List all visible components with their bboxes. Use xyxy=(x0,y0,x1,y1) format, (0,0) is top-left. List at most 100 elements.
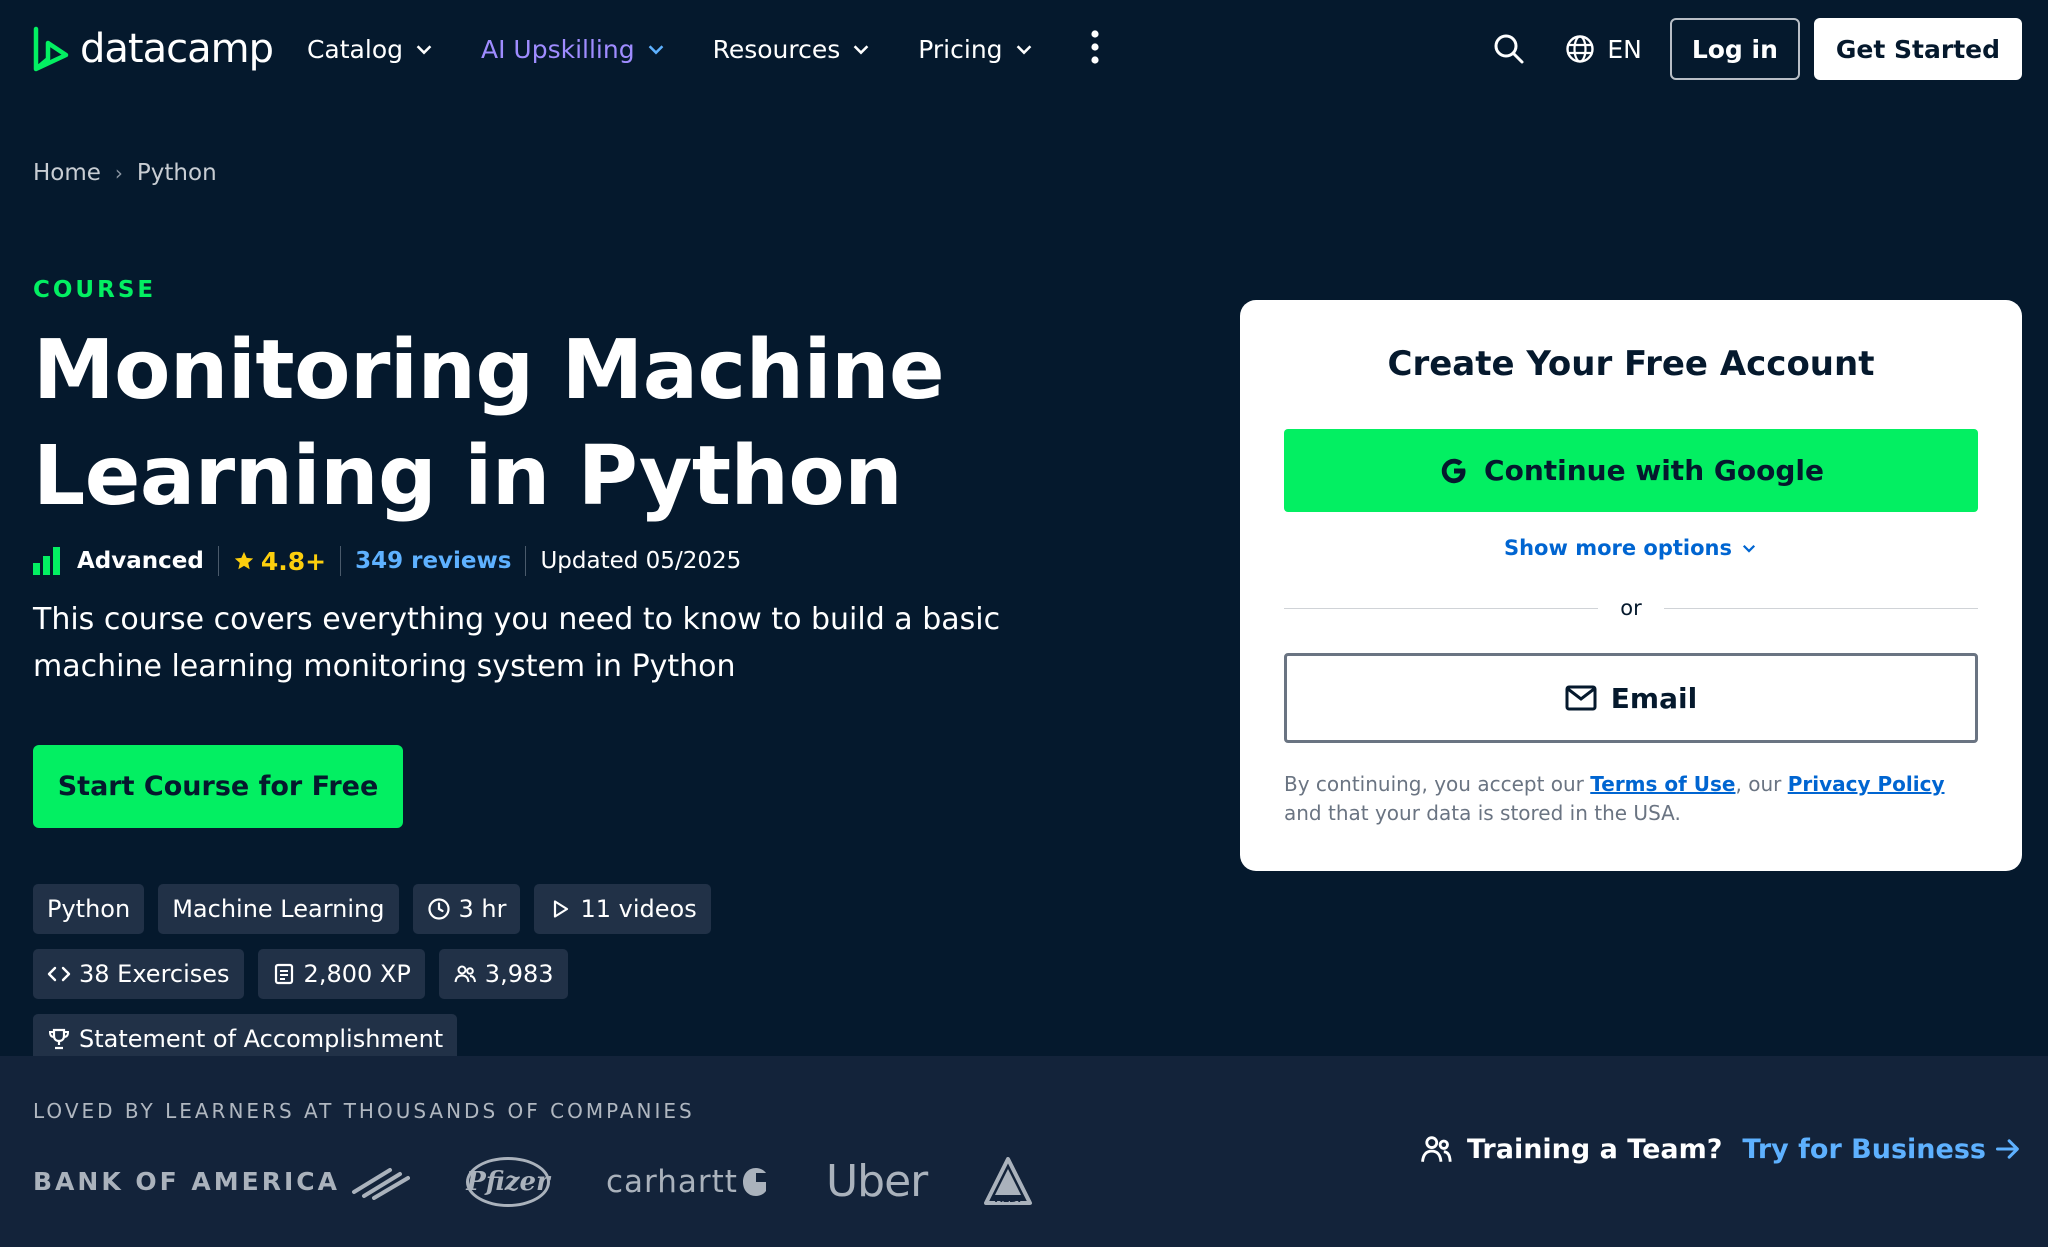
tag-duration: 3 hr xyxy=(412,884,521,934)
try-for-business-label: Try for Business xyxy=(1742,1133,1986,1165)
tag-xp: 2,800 XP xyxy=(257,949,425,999)
show-more-options-link[interactable]: Show more options xyxy=(1240,536,2022,560)
nav-ai-upskilling[interactable]: AI Upskilling xyxy=(481,35,667,64)
login-button[interactable]: Log in xyxy=(1669,18,1800,80)
breadcrumb-separator: › xyxy=(114,161,123,185)
clock-icon xyxy=(427,898,450,920)
datacamp-logo[interactable]: datacamp xyxy=(32,25,274,73)
logo-aldi: ALDI xyxy=(984,1156,1033,1205)
chevron-down-icon xyxy=(853,45,869,55)
tag-xp-label: 2,800 XP xyxy=(303,960,411,988)
arrow-right-icon xyxy=(1995,1139,2019,1159)
chevron-down-icon xyxy=(1742,544,1756,553)
divider-line xyxy=(1284,607,1599,609)
breadcrumb-home[interactable]: Home xyxy=(33,160,101,186)
companies-band: LOVED BY LEARNERS AT THOUSANDS OF COMPAN… xyxy=(0,1056,2048,1247)
code-icon xyxy=(47,966,71,982)
course-meta: Advanced 4.8+ 349 reviews Updated 05/202… xyxy=(33,546,741,576)
nav-catalog-label: Catalog xyxy=(306,34,403,64)
course-reviews-link[interactable]: 349 reviews xyxy=(355,548,511,574)
course-description: This course covers everything you need t… xyxy=(33,602,1001,684)
search-button[interactable] xyxy=(1489,29,1529,69)
tag-learners: 3,983 xyxy=(438,949,568,999)
terms-of-use-link[interactable]: Terms of Use xyxy=(1590,772,1735,796)
language-selector[interactable]: EN xyxy=(1565,34,1642,64)
tag-ml-label: Machine Learning xyxy=(172,895,385,923)
continue-with-google-button[interactable]: Continue with Google xyxy=(1284,429,1978,512)
tag-learners-label: 3,983 xyxy=(484,960,554,988)
course-tags: Python Machine Learning 3 hr 11 videos 3… xyxy=(33,884,933,1064)
legal-suffix: and that your data is stored in the USA. xyxy=(1284,801,1681,825)
logo-carhartt: carhartt xyxy=(606,1164,770,1200)
logo-pfizer: Pfizer xyxy=(466,1156,550,1207)
nav-resources-label: Resources xyxy=(712,34,841,64)
tag-exercises-label: 38 Exercises xyxy=(79,960,230,988)
boa-text: BANK OF AMERICA xyxy=(33,1167,340,1196)
xp-icon xyxy=(274,963,293,985)
tag-machine-learning[interactable]: Machine Learning xyxy=(158,884,399,934)
tag-videos-label: 11 videos xyxy=(580,895,697,923)
boa-flag-icon xyxy=(352,1167,410,1200)
meta-divider xyxy=(340,546,342,576)
divider-line xyxy=(1663,607,1979,609)
course-rating-value: 4.8+ xyxy=(260,546,327,576)
signup-title: Create Your Free Account xyxy=(1387,344,1875,384)
chevron-down-icon xyxy=(1016,45,1031,55)
meta-divider xyxy=(525,546,527,576)
email-button-label: Email xyxy=(1610,681,1698,715)
carhartt-text: carhartt xyxy=(606,1163,738,1200)
top-nav: datacamp Catalog AI Upskilling Resources… xyxy=(0,0,2048,98)
nav-pricing[interactable]: Pricing xyxy=(918,35,1034,64)
companies-title: LOVED BY LEARNERS AT THOUSANDS OF COMPAN… xyxy=(33,1099,695,1123)
tag-python[interactable]: Python xyxy=(33,884,145,934)
nav-ai-upskilling-label: AI Upskilling xyxy=(480,34,635,64)
breadcrumb-python[interactable]: Python xyxy=(137,160,217,186)
chevron-down-icon xyxy=(648,45,663,55)
page-title: Monitoring Machine Learning in Python xyxy=(33,323,945,524)
trophy-icon xyxy=(48,1028,70,1050)
language-label: EN xyxy=(1607,34,1642,64)
legal-mid: , our xyxy=(1735,772,1788,796)
or-divider: or xyxy=(1284,596,1979,620)
legal-text: By continuing, you accept our Terms of U… xyxy=(1284,770,1978,828)
start-course-button[interactable]: Start Course for Free xyxy=(33,745,403,828)
more-menu-button[interactable] xyxy=(1089,29,1101,69)
tag-statement-label: Statement of Accomplishment xyxy=(79,1025,444,1053)
email-signup-button[interactable]: Email xyxy=(1284,653,1978,743)
or-label: or xyxy=(1620,596,1642,620)
google-button-label: Continue with Google xyxy=(1484,454,1824,487)
play-icon xyxy=(554,900,569,918)
google-icon xyxy=(1441,458,1466,483)
legal-prefix: By continuing, you accept our xyxy=(1284,772,1591,796)
breadcrumb: Home › Python xyxy=(33,160,217,186)
tag-exercises: 38 Exercises xyxy=(33,949,244,999)
course-rating: 4.8+ xyxy=(233,547,326,576)
company-logos: BANK OF AMERICA Pfizer carhartt Uber ALD… xyxy=(33,1156,1033,1207)
tag-duration-label: 3 hr xyxy=(458,895,507,923)
nav-catalog[interactable]: Catalog xyxy=(307,35,435,64)
tag-videos: 11 videos xyxy=(534,884,711,934)
course-level-label: Advanced xyxy=(77,548,204,574)
privacy-policy-link[interactable]: Privacy Policy xyxy=(1788,772,1945,796)
chevron-down-icon xyxy=(416,45,432,55)
team-icon xyxy=(1421,1136,1452,1162)
search-icon xyxy=(1494,34,1524,64)
logo-bank-of-america: BANK OF AMERICA xyxy=(33,1164,410,1200)
course-updated: Updated 05/2025 xyxy=(540,548,742,574)
carhartt-c-icon xyxy=(742,1167,766,1196)
meta-divider xyxy=(217,546,219,576)
tag-python-label: Python xyxy=(47,895,131,923)
datacamp-logo-icon xyxy=(33,26,69,72)
logo-uber: Uber xyxy=(825,1156,928,1207)
mail-icon xyxy=(1565,685,1597,711)
training-team-label: Training a Team? xyxy=(1466,1133,1723,1165)
nav-right: EN Log in Get Started xyxy=(1489,18,2022,80)
kebab-menu-icon xyxy=(1090,30,1099,64)
try-for-business-link[interactable]: Try for Business xyxy=(1742,1134,2022,1165)
course-level: Advanced xyxy=(33,547,204,575)
nav-resources[interactable]: Resources xyxy=(713,35,873,64)
star-icon xyxy=(234,551,254,570)
level-bars-icon xyxy=(33,547,60,575)
aldi-text: ALDI xyxy=(995,1194,1021,1205)
get-started-button[interactable]: Get Started xyxy=(1813,18,2022,80)
